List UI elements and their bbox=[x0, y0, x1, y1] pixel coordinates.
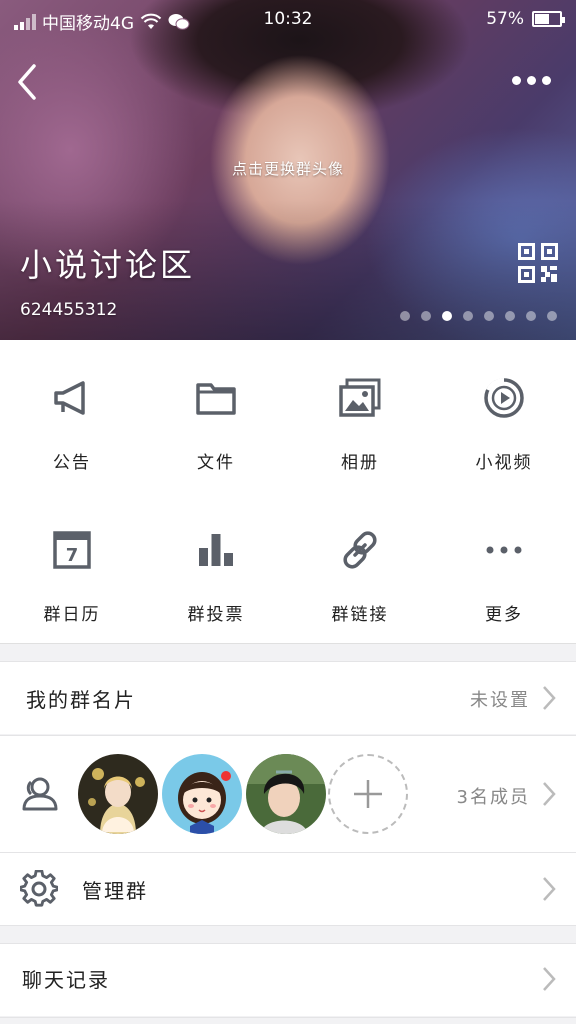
carousel-indicator bbox=[400, 311, 557, 321]
album-button[interactable]: 相册 bbox=[288, 340, 432, 492]
link-icon bbox=[343, 531, 377, 569]
battery-icon bbox=[532, 11, 565, 27]
more-features-button[interactable]: 更多 bbox=[432, 492, 576, 644]
vote-button[interactable]: 群投票 bbox=[144, 492, 288, 644]
more-features-label: 更多 bbox=[485, 605, 523, 625]
bar-chart-icon bbox=[199, 534, 233, 566]
members-icon bbox=[22, 777, 58, 811]
member-photo-1 bbox=[78, 754, 158, 834]
battery-percent: 57% bbox=[486, 9, 524, 29]
megaphone-icon bbox=[54, 381, 85, 415]
plus-icon bbox=[354, 780, 382, 808]
member-count: 3名成员 bbox=[456, 787, 530, 808]
manage-group-row[interactable]: 管理群 bbox=[0, 853, 576, 925]
album-label: 相册 bbox=[341, 453, 379, 473]
my-group-card-row[interactable]: 我的群名片 未设置 bbox=[0, 662, 576, 734]
member-avatar[interactable] bbox=[246, 754, 326, 834]
carousel-dot bbox=[505, 311, 515, 321]
link-label: 群链接 bbox=[331, 605, 389, 625]
member-avatar[interactable] bbox=[78, 754, 158, 834]
files-label: 文件 bbox=[197, 453, 235, 473]
short-video-label: 小视频 bbox=[475, 453, 533, 473]
chat-history-label: 聊天记录 bbox=[22, 968, 110, 992]
status-bar: 中国移动4G 10:32 57% bbox=[0, 0, 576, 38]
group-header-banner[interactable]: 中国移动4G 10:32 57% 点击更换群头像 小说讨论区 624455312 bbox=[0, 0, 576, 340]
more-dots-icon bbox=[486, 546, 522, 554]
dot bbox=[512, 75, 521, 85]
member-avatar[interactable] bbox=[162, 754, 242, 834]
members-row[interactable]: 3名成员 bbox=[0, 736, 576, 852]
dot bbox=[542, 75, 551, 85]
member-photo-3 bbox=[246, 754, 326, 834]
my-group-card-value: 未设置 bbox=[470, 690, 530, 711]
video-play-icon bbox=[484, 378, 524, 418]
carousel-dot bbox=[463, 311, 473, 321]
chevron-right-icon bbox=[543, 877, 556, 901]
group-id: 624455312 bbox=[20, 300, 118, 320]
add-member-button[interactable] bbox=[328, 754, 408, 834]
chevron-right-icon bbox=[543, 686, 556, 710]
link-button[interactable]: 群链接 bbox=[288, 492, 432, 644]
more-options-button[interactable] bbox=[512, 70, 556, 90]
group-name: 小说讨论区 bbox=[20, 246, 196, 284]
carousel-dot bbox=[421, 311, 431, 321]
feature-grid: 公告 文件 相册 小视频 7 群日历 群投票 群链接 更多 bbox=[0, 340, 576, 644]
change-avatar-hint[interactable]: 点击更换群头像 bbox=[0, 158, 576, 179]
folder-icon bbox=[196, 383, 236, 415]
short-video-button[interactable]: 小视频 bbox=[432, 340, 576, 492]
qr-code-icon[interactable] bbox=[518, 243, 558, 283]
dot bbox=[527, 75, 536, 85]
carousel-dot bbox=[547, 311, 557, 321]
vote-label: 群投票 bbox=[187, 605, 245, 625]
calendar-icon: 7 bbox=[53, 531, 91, 569]
carousel-dot bbox=[400, 311, 410, 321]
manage-group-label: 管理群 bbox=[82, 879, 148, 903]
my-group-card-label: 我的群名片 bbox=[26, 688, 136, 712]
chevron-right-icon bbox=[543, 967, 556, 991]
calendar-label: 群日历 bbox=[43, 605, 101, 625]
notice-button[interactable]: 公告 bbox=[0, 340, 144, 492]
chat-history-row[interactable]: 聊天记录 bbox=[0, 944, 576, 1016]
notice-label: 公告 bbox=[53, 453, 91, 473]
carousel-dot bbox=[526, 311, 536, 321]
svg-text:7: 7 bbox=[66, 545, 79, 566]
album-icon bbox=[339, 378, 381, 417]
files-button[interactable]: 文件 bbox=[144, 340, 288, 492]
calendar-button[interactable]: 7 群日历 bbox=[0, 492, 144, 644]
carousel-dot bbox=[442, 311, 452, 321]
back-arrow-icon[interactable] bbox=[10, 60, 46, 104]
member-photo-2 bbox=[162, 754, 242, 834]
gear-icon bbox=[20, 870, 58, 907]
carousel-dot bbox=[484, 311, 494, 321]
chevron-right-icon bbox=[543, 782, 556, 806]
